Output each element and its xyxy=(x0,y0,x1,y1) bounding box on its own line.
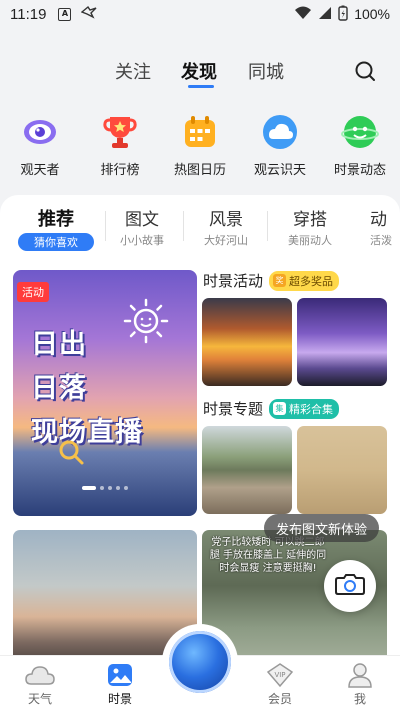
quick-link-observer[interactable]: 观天者 xyxy=(0,112,80,178)
feed-card-photo-girl-horse[interactable] xyxy=(13,530,197,655)
clock: 11:19 xyxy=(10,5,47,23)
search-icon[interactable] xyxy=(354,60,376,82)
publish-tip[interactable]: 发布图文新体验 xyxy=(264,514,380,542)
camera-icon xyxy=(335,572,365,600)
tab-subtitle: 大好河山 xyxy=(204,234,248,247)
tab-divider xyxy=(183,211,184,241)
nav-moments[interactable]: 时景 xyxy=(90,662,150,707)
prize-icon: 奖 xyxy=(273,274,287,287)
vip-icon: VIP xyxy=(250,662,310,688)
section-activity[interactable]: 时景活动 奖 超多奖品 xyxy=(203,270,340,291)
tab-local[interactable]: 同城 xyxy=(248,58,284,84)
category-tabs: 推荐 猜你喜欢 图文 小小故事 风景 大好河山 穿搭 美丽动人 动 活泼 xyxy=(0,205,400,255)
activity-photo-sunset[interactable] xyxy=(202,298,292,386)
tab-title: 风景 xyxy=(209,210,243,230)
quick-link-heat-calendar[interactable]: 热图日历 xyxy=(160,112,240,178)
section-title: 时景活动 xyxy=(203,272,264,290)
cloud-icon xyxy=(10,662,70,688)
activity-photo-purple-sky[interactable] xyxy=(297,298,387,386)
pill-label: 超多奖品 xyxy=(289,274,334,288)
tab-title: 推荐 xyxy=(38,209,74,230)
banner-line-2: 日落 xyxy=(31,373,87,404)
tab-divider xyxy=(105,211,106,241)
topic-photo-flood[interactable] xyxy=(202,426,292,514)
tab-recommend[interactable]: 推荐 猜你喜欢 xyxy=(18,205,106,251)
tab-subtitle: 小小故事 xyxy=(120,234,164,247)
tab-image-text[interactable]: 图文 小小故事 xyxy=(112,205,184,248)
prize-pill: 奖 超多奖品 xyxy=(269,270,340,291)
quick-link-label: 观天者 xyxy=(20,163,60,178)
tab-subtitle: 活泼 xyxy=(370,234,392,247)
tab-subtitle: 猜你喜欢 xyxy=(18,233,94,251)
tab-title: 穿搭 xyxy=(293,210,327,230)
nav-weather[interactable]: 天气 xyxy=(10,662,70,707)
quick-link-ranking[interactable]: 排行榜 xyxy=(80,112,160,178)
quick-link-label: 观云识天 xyxy=(253,163,306,178)
signal-icon xyxy=(318,6,332,23)
tab-follow[interactable]: 关注 xyxy=(115,58,151,84)
nav-label: 时景 xyxy=(107,692,132,706)
svg-text:VIP: VIP xyxy=(274,671,285,679)
pill-label: 精彩合集 xyxy=(289,402,334,416)
section-title: 时景专题 xyxy=(203,400,264,418)
photo-icon xyxy=(90,662,150,688)
nav-label: 我 xyxy=(353,692,366,706)
planet-icon xyxy=(340,112,380,152)
quick-link-label: 排行榜 xyxy=(100,163,140,178)
topic-photo-sandstorm[interactable] xyxy=(297,426,387,514)
tab-more[interactable]: 动 活泼 xyxy=(370,205,400,248)
battery-icon xyxy=(338,5,348,24)
top-nav: 关注 发现 同城 xyxy=(0,52,400,92)
banner-line-1: 日出 xyxy=(31,329,87,360)
battery-level: 100% xyxy=(354,6,390,22)
status-bar: 11:19 A 100% xyxy=(0,0,400,28)
quick-link-cloud-watch[interactable]: 观云识天 xyxy=(240,112,320,178)
cloud-icon xyxy=(260,112,300,152)
quick-link-label: 时景动态 xyxy=(333,163,386,178)
trophy-icon xyxy=(100,112,140,152)
carousel-dots[interactable] xyxy=(13,475,197,494)
wifi-icon xyxy=(294,6,312,23)
globe-button[interactable] xyxy=(162,624,238,700)
globe-icon xyxy=(169,631,231,693)
collection-pill: 集 精彩合集 xyxy=(269,398,340,419)
quick-link-label: 热图日历 xyxy=(173,163,226,178)
quick-link-dynamics[interactable]: 时景动态 xyxy=(320,112,400,178)
section-topics[interactable]: 时景专题 集 精彩合集 xyxy=(203,398,340,419)
tab-divider xyxy=(267,211,268,241)
camera-button[interactable] xyxy=(324,560,376,612)
calendar-icon xyxy=(180,112,220,152)
tab-discover[interactable]: 发现 xyxy=(181,58,217,84)
activity-badge: 活动 xyxy=(17,282,49,302)
sun-icon xyxy=(121,296,171,350)
tab-title: 图文 xyxy=(125,210,159,230)
magnifier-icon xyxy=(57,438,87,472)
banner-line-3: 现场直播 xyxy=(31,417,143,448)
tab-scenery[interactable]: 风景 大好河山 xyxy=(196,205,268,248)
eye-icon xyxy=(20,112,60,152)
person-icon xyxy=(330,662,390,688)
tab-subtitle: 美丽动人 xyxy=(288,234,332,247)
nav-member[interactable]: VIP 会员 xyxy=(250,662,310,707)
tab-title: 动 xyxy=(370,210,387,230)
tab-outfit[interactable]: 穿搭 美丽动人 xyxy=(280,205,340,248)
active-tab-indicator xyxy=(188,85,214,88)
nav-label: 会员 xyxy=(267,692,292,706)
notification-bird-icon xyxy=(81,5,97,23)
notification-a-icon: A xyxy=(58,7,72,21)
quick-links: 观天者 排行榜 热图日历 观云识天 时景动态 xyxy=(0,112,400,184)
nav-me[interactable]: 我 xyxy=(330,662,390,707)
nav-label: 天气 xyxy=(27,692,52,706)
activity-banner[interactable]: 活动 日出 日落 现场直播 xyxy=(13,270,197,516)
collection-icon: 集 xyxy=(273,402,287,415)
